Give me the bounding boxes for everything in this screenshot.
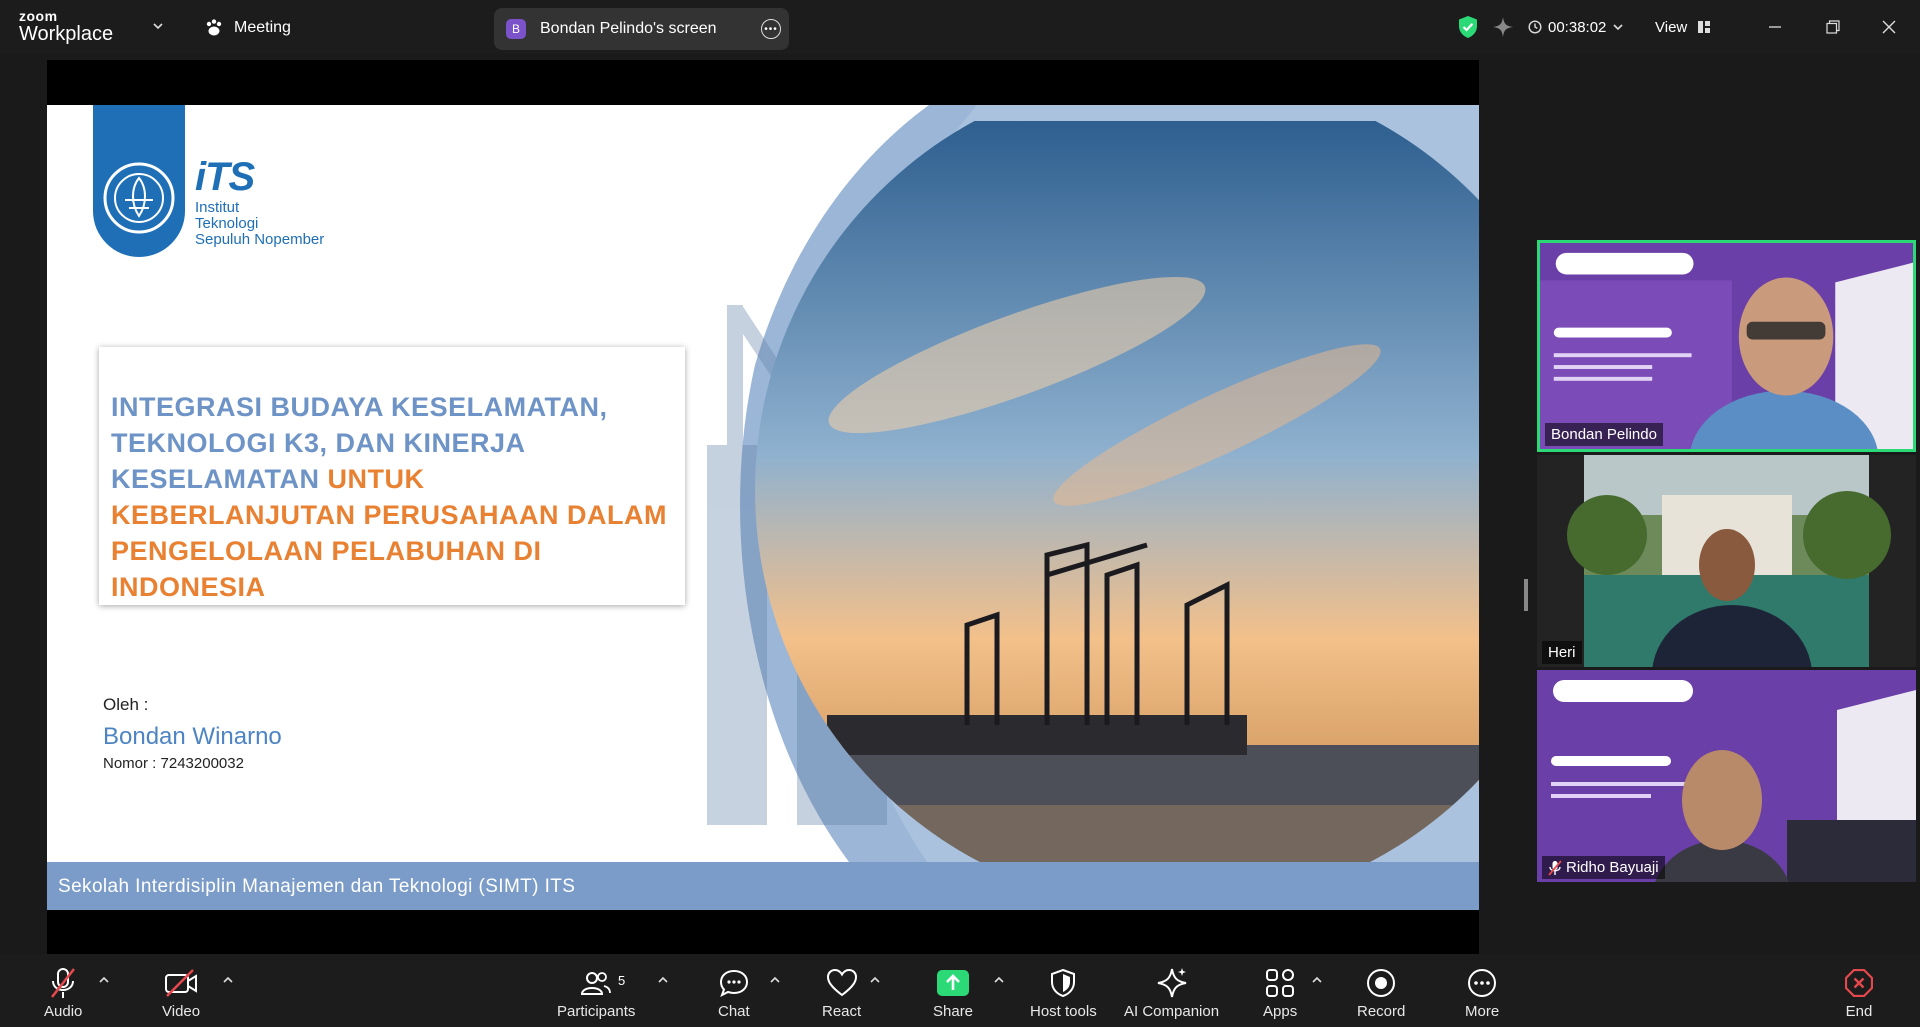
its-emblem-icon: [103, 162, 175, 234]
host-tools-label: Host tools: [1030, 1003, 1097, 1020]
chat-label: Chat: [718, 1003, 750, 1020]
host-tools-button[interactable]: Host tools: [1030, 967, 1097, 1023]
minimize-icon[interactable]: [1762, 14, 1788, 40]
view-grid-icon: [1698, 21, 1711, 33]
record-button[interactable]: Record: [1357, 967, 1405, 1023]
heart-icon: [826, 969, 857, 997]
participant-video: [1540, 243, 1913, 449]
end-meeting-button[interactable]: End: [1845, 967, 1873, 1023]
encryption-shield-icon[interactable]: [1457, 14, 1479, 40]
more-icon: [1468, 969, 1497, 997]
video-options-caret-icon[interactable]: [221, 973, 235, 987]
video-button[interactable]: Video: [162, 967, 200, 1023]
ai-companion-label: AI Companion: [1124, 1003, 1220, 1020]
its-line-2: Teknologi: [195, 214, 259, 232]
its-line-1: Institut: [195, 199, 240, 216]
its-line-3: Sepuluh Nopember: [195, 230, 325, 248]
apps-icon: [1266, 969, 1295, 997]
slide-footer: Sekolah Interdisiplin Manajemen dan Tekn…: [47, 862, 1479, 910]
author-number: Nomor : 7243200032: [103, 755, 244, 772]
its-wordmark: iTS Institut Teknologi Sepuluh Nopember: [195, 157, 324, 247]
top-bar: zoom Workplace Meeting B Bondan Pelindo'…: [0, 0, 1920, 54]
its-logo-band: [93, 105, 185, 257]
chat-button[interactable]: Chat: [718, 967, 750, 1023]
view-label: View: [1655, 18, 1688, 36]
sharer-avatar: B: [506, 19, 526, 39]
author-prefix: Oleh :: [103, 695, 149, 714]
share-screen-icon: [937, 970, 970, 996]
apps-label: Apps: [1263, 1003, 1298, 1020]
restore-icon[interactable]: [1820, 14, 1846, 40]
react-options-caret-icon[interactable]: [868, 973, 882, 987]
participant-name-tag: Bondan Pelindo: [1545, 423, 1663, 446]
meeting-paw-icon: [206, 19, 222, 36]
chat-options-caret-icon[interactable]: [768, 973, 782, 987]
port-photo: [707, 105, 1479, 862]
zoom-workplace-logo[interactable]: zoom Workplace: [19, 9, 113, 44]
meeting-info-button[interactable]: Meeting: [204, 16, 291, 40]
participants-count: 5: [618, 973, 626, 988]
participant-tile[interactable]: Bondan Pelindo: [1537, 240, 1916, 452]
record-label: Record: [1357, 1003, 1406, 1020]
muted-mic-icon: [51, 968, 76, 998]
record-icon: [1367, 969, 1396, 997]
apps-button[interactable]: Apps: [1263, 967, 1297, 1023]
presentation-slide: iTS Institut Teknologi Sepuluh Nopember: [47, 105, 1479, 910]
react-label: React: [822, 1003, 862, 1020]
clock-icon: [1528, 20, 1542, 34]
meeting-toolbar: Audio Video Participants 5 Chat React Sh…: [0, 954, 1920, 1027]
more-label: More: [1465, 1003, 1500, 1020]
react-button[interactable]: React: [822, 967, 861, 1023]
participants-options-caret-icon[interactable]: [656, 973, 670, 987]
share-label: Share: [933, 1003, 974, 1020]
resize-handle[interactable]: [1524, 579, 1528, 611]
end-icon: [1845, 969, 1873, 997]
ai-companion-button[interactable]: AI Companion: [1124, 967, 1219, 1023]
chevron-down-icon[interactable]: [152, 20, 164, 32]
share-label: Bondan Pelindo's screen: [540, 20, 717, 37]
share-button[interactable]: Share: [933, 967, 973, 1023]
participant-name-tag: Heri: [1542, 641, 1582, 664]
more-button[interactable]: More: [1465, 967, 1499, 1023]
close-icon[interactable]: [1876, 14, 1902, 40]
more-options-icon[interactable]: •••: [761, 19, 781, 39]
participant-name: Bondan Pelindo: [1551, 426, 1657, 443]
participants-label: Participants: [557, 1003, 636, 1020]
participants-icon: [581, 972, 612, 995]
audio-button[interactable]: Audio: [44, 967, 82, 1023]
chat-icon: [719, 969, 748, 997]
timer-value: 00:38:02: [1548, 18, 1607, 36]
brand-zoom: zoom: [19, 8, 58, 24]
participant-name: Ridho Bayuaji: [1566, 859, 1659, 876]
end-label: End: [1845, 1003, 1873, 1020]
participant-name: Heri: [1548, 644, 1576, 661]
author-name: Bondan Winarno: [103, 723, 282, 750]
brand-workplace: Workplace: [19, 23, 114, 45]
slide-title-box: INTEGRASI BUDAYA KESELAMATAN, TEKNOLOGI …: [99, 347, 685, 605]
its-logo-text: iTS: [195, 155, 255, 199]
participant-video: [1537, 670, 1916, 882]
participant-name-tag: Ridho Bayuaji: [1542, 856, 1665, 879]
audio-label: Audio: [44, 1003, 83, 1020]
muted-mic-icon: [1548, 859, 1562, 876]
chevron-down-icon: [1613, 24, 1623, 31]
share-options-caret-icon[interactable]: [992, 973, 1006, 987]
participant-video: [1537, 455, 1916, 667]
ai-sparkle-icon[interactable]: [1492, 14, 1514, 40]
slide-author-block: Oleh : Bondan Winarno Nomor : 7243200032: [103, 695, 282, 772]
participant-tile[interactable]: Ridho Bayuaji: [1537, 670, 1916, 882]
host-shield-icon: [1051, 969, 1076, 997]
participant-tile[interactable]: Heri: [1537, 455, 1916, 667]
meeting-timer[interactable]: 00:38:02: [1528, 14, 1624, 40]
video-off-icon: [165, 969, 198, 997]
ai-companion-icon: [1157, 968, 1186, 998]
apps-options-caret-icon[interactable]: [1310, 973, 1324, 987]
screen-share-indicator[interactable]: B Bondan Pelindo's screen •••: [494, 8, 789, 50]
video-label: Video: [162, 1003, 201, 1020]
view-button[interactable]: View: [1655, 14, 1711, 40]
audio-options-caret-icon[interactable]: [97, 973, 111, 987]
meeting-label: Meeting: [234, 19, 291, 36]
